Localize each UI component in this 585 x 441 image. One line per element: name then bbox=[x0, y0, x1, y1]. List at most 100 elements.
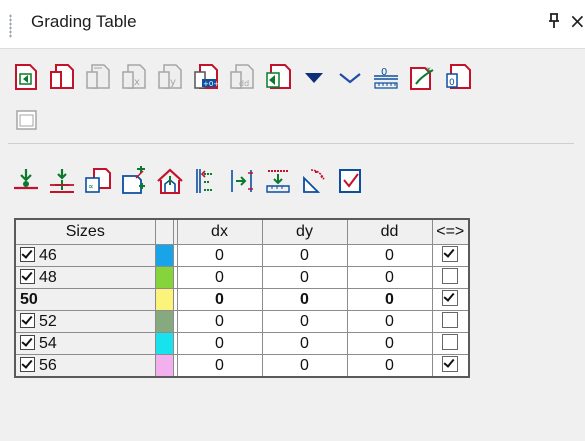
color-swatch[interactable] bbox=[154, 354, 174, 378]
size-cell[interactable]: 56 bbox=[14, 354, 156, 378]
angle-grading-icon: ∝ bbox=[410, 65, 434, 90]
pin-icon[interactable] bbox=[548, 13, 560, 33]
transform-triangle-button[interactable] bbox=[296, 163, 332, 199]
size-cell[interactable]: 50 bbox=[14, 288, 156, 311]
dx-cell[interactable]: 0 bbox=[176, 332, 263, 355]
house-grading-button[interactable] bbox=[152, 163, 188, 199]
size-label: 54 bbox=[39, 334, 57, 352]
align-left-button[interactable] bbox=[188, 163, 224, 199]
size-cell[interactable]: 52 bbox=[14, 310, 156, 333]
size-checkbox[interactable] bbox=[20, 356, 35, 372]
insert-point-above-button[interactable] bbox=[8, 163, 44, 199]
transform-triangle-icon bbox=[303, 169, 325, 193]
close-icon[interactable]: × bbox=[569, 9, 585, 33]
dx-cell[interactable]: 0 bbox=[176, 310, 263, 333]
equal-checkbox[interactable] bbox=[442, 356, 459, 372]
checkbox-page-icon bbox=[339, 169, 361, 193]
color-swatch[interactable] bbox=[154, 332, 174, 355]
align-right-button[interactable] bbox=[224, 163, 260, 199]
equal-checkbox[interactable] bbox=[442, 246, 459, 262]
paste-special-button[interactable] bbox=[260, 59, 296, 95]
column-header-dy[interactable]: dy bbox=[261, 218, 348, 245]
table-row[interactable]: 46 0 0 0 bbox=[14, 244, 470, 267]
dd-cell[interactable]: 0 bbox=[346, 354, 433, 378]
color-swatch[interactable] bbox=[154, 288, 174, 311]
paste-dd-disabled-button[interactable]: dd bbox=[224, 59, 260, 95]
size-cell[interactable]: 54 bbox=[14, 332, 156, 355]
dd-cell[interactable]: 0 bbox=[346, 332, 433, 355]
color-swatch[interactable] bbox=[154, 310, 174, 333]
column-header-sizes[interactable]: Sizes bbox=[14, 218, 156, 245]
window-button[interactable] bbox=[8, 102, 44, 138]
table-row[interactable]: 54 0 0 0 bbox=[14, 332, 470, 355]
dropdown-button[interactable] bbox=[296, 59, 332, 95]
equal-checkbox[interactable] bbox=[442, 312, 459, 328]
table-row[interactable]: 50 0 0 0 bbox=[14, 288, 470, 311]
angle-copy-button[interactable]: ∝ bbox=[80, 163, 116, 199]
equal-cell[interactable] bbox=[431, 244, 470, 267]
dy-cell[interactable]: 0 bbox=[261, 310, 348, 333]
paste-value-icon: 0 bbox=[446, 64, 471, 89]
size-checkbox[interactable] bbox=[20, 246, 35, 262]
dd-cell[interactable]: 0 bbox=[346, 266, 433, 289]
dd-cell[interactable]: 0 bbox=[346, 244, 433, 267]
dd-cell[interactable]: 0 bbox=[346, 288, 433, 311]
drag-grip-icon[interactable] bbox=[9, 14, 12, 38]
toolbar-separator bbox=[8, 143, 574, 144]
table-row[interactable]: 56 0 0 0 bbox=[14, 354, 470, 378]
dd-cell[interactable]: 0 bbox=[346, 310, 433, 333]
collapse-button[interactable] bbox=[332, 59, 368, 95]
column-header-equal[interactable]: <=> bbox=[431, 218, 470, 245]
paste-value-button[interactable]: 0 bbox=[440, 59, 476, 95]
equal-checkbox[interactable] bbox=[442, 334, 459, 350]
dy-cell[interactable]: 0 bbox=[261, 266, 348, 289]
insert-point-plus-button[interactable] bbox=[44, 163, 80, 199]
equal-cell[interactable] bbox=[431, 332, 470, 355]
dy-cell[interactable]: 0 bbox=[261, 288, 348, 311]
dy-cell[interactable]: 0 bbox=[261, 354, 348, 378]
paste-x-disabled-icon: x bbox=[122, 64, 146, 89]
paste-grading-icon bbox=[15, 64, 37, 90]
toolbar-row-1: x y +0+ dd 0 ∝ 0 bbox=[0, 59, 585, 99]
size-cell[interactable]: 48 bbox=[14, 266, 156, 289]
distribute-button[interactable] bbox=[260, 163, 296, 199]
column-header-dd[interactable]: dd bbox=[346, 218, 433, 245]
table-row[interactable]: 52 0 0 0 bbox=[14, 310, 470, 333]
size-checkbox[interactable] bbox=[20, 312, 35, 328]
paste-dd-disabled-icon: dd bbox=[230, 64, 254, 89]
toolbar-row-1b bbox=[0, 102, 60, 142]
column-header-dx[interactable]: dx bbox=[176, 218, 263, 245]
equal-cell[interactable] bbox=[431, 354, 470, 378]
equal-cell[interactable] bbox=[431, 310, 470, 333]
dx-cell[interactable]: 0 bbox=[176, 266, 263, 289]
stretch-grading-button[interactable] bbox=[116, 163, 152, 199]
angle-copy-icon: ∝ bbox=[85, 168, 111, 193]
equal-cell[interactable] bbox=[431, 288, 470, 311]
copy-grading-button[interactable] bbox=[44, 59, 80, 95]
size-cell[interactable]: 46 bbox=[14, 244, 156, 267]
dx-cell[interactable]: 0 bbox=[176, 288, 263, 311]
size-checkbox[interactable] bbox=[20, 268, 35, 284]
paste-y-disabled-icon: y bbox=[158, 64, 182, 89]
angle-grading-button[interactable]: ∝ bbox=[404, 59, 440, 95]
equal-cell[interactable] bbox=[431, 266, 470, 289]
paste-xy-button[interactable]: +0+ bbox=[188, 59, 224, 95]
dx-cell[interactable]: 0 bbox=[176, 244, 263, 267]
checkbox-page-button[interactable] bbox=[332, 163, 368, 199]
paste-grading-button[interactable] bbox=[8, 59, 44, 95]
equal-checkbox[interactable] bbox=[442, 268, 459, 284]
dy-cell[interactable]: 0 bbox=[261, 332, 348, 355]
dx-cell[interactable]: 0 bbox=[176, 354, 263, 378]
dy-cell[interactable]: 0 bbox=[261, 244, 348, 267]
toolbar-row-2: ∝ bbox=[0, 163, 460, 203]
paste-grading-disabled-button[interactable] bbox=[80, 59, 116, 95]
size-checkbox[interactable] bbox=[20, 334, 35, 350]
measure-zero-button[interactable]: 0 bbox=[368, 59, 404, 95]
paste-x-disabled-button[interactable]: x bbox=[116, 59, 152, 95]
table-row[interactable]: 48 0 0 0 bbox=[14, 266, 470, 289]
color-swatch[interactable] bbox=[154, 244, 174, 267]
svg-text:dd: dd bbox=[239, 79, 249, 88]
color-swatch[interactable] bbox=[154, 266, 174, 289]
equal-checkbox[interactable] bbox=[442, 290, 459, 306]
paste-y-disabled-button[interactable]: y bbox=[152, 59, 188, 95]
